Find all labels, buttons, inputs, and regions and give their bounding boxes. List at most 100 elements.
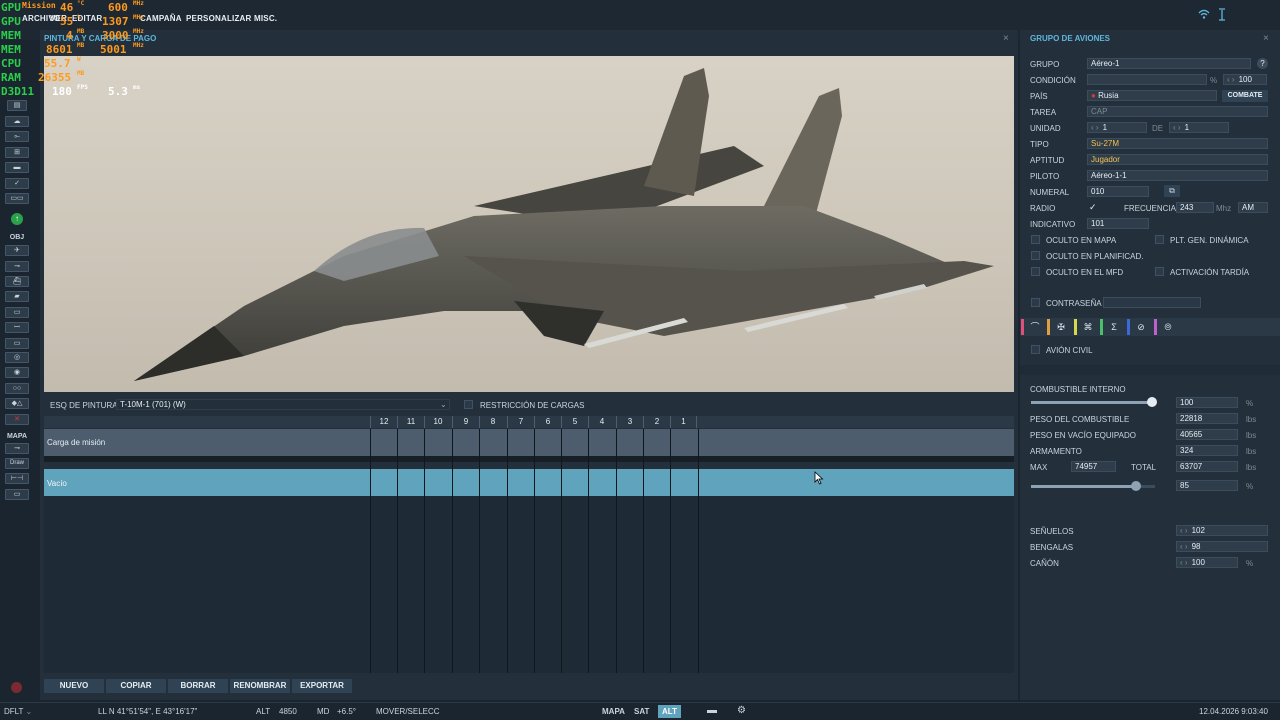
piloto-input[interactable]: Aéreo-1-1 — [1087, 170, 1268, 181]
combustible-input[interactable]: 100 — [1176, 397, 1238, 408]
toolbar-check-icon[interactable]: ✓ — [5, 178, 29, 189]
tarea-select[interactable]: CAP — [1087, 106, 1268, 117]
filter-icon[interactable]: ▬ — [707, 705, 717, 716]
obj-aircraft-icon[interactable]: ✈ — [5, 245, 29, 256]
settings-icon[interactable]: ⚙ — [737, 705, 746, 716]
pais-select[interactable]: ● Rusia — [1087, 90, 1217, 101]
modulation-select[interactable]: AM — [1238, 202, 1268, 213]
obj-shapes-icon[interactable]: ◆△ — [5, 398, 29, 409]
osd-cpu-label: CPU — [1, 57, 21, 70]
menu-campana[interactable]: CAMPAÑA — [140, 14, 182, 23]
toolbar-bar-icon[interactable]: ▬ — [5, 162, 29, 173]
tab-failures-icon[interactable]: ⊘ — [1132, 320, 1150, 334]
obj-train-icon[interactable]: ꟷ — [5, 322, 29, 333]
frecuencia-input[interactable]: 243 — [1176, 202, 1214, 213]
toolbar-plane-icon[interactable]: ⟜ — [5, 131, 29, 142]
mouse-cursor-icon — [814, 471, 824, 487]
profile-value: DFLT — [4, 707, 24, 716]
new-button[interactable]: NUEVO — [44, 679, 104, 693]
station-header-10: 10 — [424, 416, 451, 428]
activacion-checkbox[interactable] — [1155, 267, 1164, 276]
obj-target-icon[interactable]: ◎ — [5, 352, 29, 363]
obj-zone-icon[interactable]: ▭ — [5, 338, 29, 349]
osd-mem2-freq-unit: MHz — [133, 42, 144, 49]
unidad-stepper[interactable]: ‹ › 1 — [1087, 122, 1147, 133]
peso-comb-value[interactable]: 22818 — [1176, 413, 1238, 424]
tab-summary-icon[interactable]: Σ — [1105, 320, 1123, 334]
copy-icon[interactable]: ⧉ — [1164, 185, 1180, 197]
contrasena-input[interactable] — [1103, 297, 1201, 308]
delete-x-icon[interactable]: ✕ — [5, 414, 29, 425]
close-icon[interactable]: × — [1003, 33, 1009, 44]
osd-gpu-label: GPU — [1, 1, 21, 14]
toolbar-grid-icon[interactable]: ⊞ — [5, 147, 29, 158]
copy-button[interactable]: COPIAR — [106, 679, 166, 693]
obj-point-icon[interactable]: ◉ — [5, 367, 29, 378]
aircraft-preview[interactable] — [44, 56, 1014, 392]
osd-gpu-load: 55 — [60, 15, 74, 28]
contrasena-checkbox[interactable] — [1031, 298, 1040, 307]
sat-mode-button[interactable]: SAT — [634, 707, 649, 716]
total-slider-knob[interactable] — [1131, 481, 1141, 491]
grupo-input[interactable]: Aéreo-1 — [1087, 58, 1251, 69]
group-close-icon[interactable]: × — [1263, 33, 1269, 44]
help-icon[interactable]: ? — [1257, 58, 1268, 69]
total-pct-input[interactable]: 85 — [1176, 480, 1238, 491]
de-stepper[interactable]: ‹ › 1 — [1169, 122, 1229, 133]
toolbar-cloud-icon[interactable]: ☁ — [5, 116, 29, 127]
avion-civil-checkbox[interactable] — [1031, 345, 1040, 354]
rename-button[interactable]: RENOMBRAR — [230, 679, 290, 693]
indicativo-input[interactable]: 101 — [1087, 218, 1149, 229]
tab-radio-icon[interactable]: ⦾ — [1159, 320, 1177, 334]
record-icon[interactable] — [11, 682, 22, 693]
senuelos-stepper[interactable]: ‹ › 102 — [1176, 525, 1268, 536]
condicion-input[interactable] — [1087, 74, 1207, 85]
coordinates-readout: LL N 41°51'54", E 43°16'17" — [98, 707, 198, 716]
obj-ship-icon[interactable]: ⛴ — [5, 276, 29, 287]
radio-checkbox[interactable]: ✓ — [1089, 202, 1097, 213]
alt-value: 4850 — [279, 707, 297, 716]
numeral-input[interactable]: 010 — [1087, 186, 1149, 197]
obj-vehicle-icon[interactable]: ▰ — [5, 291, 29, 302]
map-ruler-icon[interactable]: ⊢⊣ — [5, 473, 29, 484]
menu-misc[interactable]: MISC. — [254, 14, 277, 23]
toolbar-group-icon[interactable]: ▭▭ — [5, 193, 29, 204]
restriction-checkbox[interactable] — [464, 400, 473, 409]
oculto-mfd-checkbox[interactable] — [1031, 267, 1040, 276]
profile-select[interactable]: DFLT ⌄ — [4, 707, 32, 716]
export-button[interactable]: EXPORTAR — [292, 679, 352, 693]
toolbar-doc-icon[interactable]: ▤ — [7, 100, 27, 111]
obj-label: OBJ — [9, 234, 25, 241]
canon-stepper[interactable]: ‹ › 100 — [1176, 557, 1238, 568]
aptitud-select[interactable]: Jugador — [1087, 154, 1268, 165]
tipo-select[interactable]: Su-27M — [1087, 138, 1268, 149]
de-label: DE — [1152, 124, 1164, 133]
osd-mem-clock-unit: MHz — [133, 14, 144, 21]
md-value: +6.5° — [337, 707, 356, 716]
obj-helicopter-icon[interactable]: ⊸ — [5, 261, 29, 272]
paint-scheme-select[interactable]: T-10M-1 (701) (W) — [116, 399, 450, 410]
combate-button[interactable]: COMBATE — [1222, 90, 1268, 102]
condicion-stepper[interactable]: ‹ › 100 — [1223, 74, 1267, 85]
alt-mode-button[interactable]: ALT — [658, 705, 681, 718]
obj-static-icon[interactable]: ▭ — [5, 307, 29, 318]
map-key-icon[interactable]: ⊸ — [5, 443, 29, 454]
tab-waypoint-icon[interactable]: ⌘ — [1079, 320, 1097, 334]
mission-load-row[interactable] — [44, 429, 1014, 456]
oculto-mapa-checkbox[interactable] — [1031, 235, 1040, 244]
tab-route-icon[interactable]: ⌒ — [1026, 320, 1044, 334]
plt-gen-checkbox[interactable] — [1155, 235, 1164, 244]
frecuencia-unit: Mhz — [1216, 204, 1232, 213]
oculto-plan-checkbox[interactable] — [1031, 251, 1040, 260]
menu-personalizar[interactable]: PERSONALIZAR — [186, 14, 252, 23]
obj-link-icon[interactable]: ○○ — [5, 383, 29, 394]
map-mode-button[interactable]: MAPA — [602, 707, 625, 716]
draw-button[interactable]: Draw — [5, 458, 29, 469]
fuel-slider-knob[interactable] — [1147, 397, 1157, 407]
map-frame-icon[interactable]: ▭ — [5, 489, 29, 500]
bengalas-stepper[interactable]: ‹ › 98 — [1176, 541, 1268, 552]
selected-loadout-row[interactable] — [44, 469, 1014, 496]
up-arrow-icon[interactable]: ↑ — [11, 213, 23, 225]
delete-button[interactable]: BORRAR — [168, 679, 228, 693]
tab-payload-icon[interactable]: ✠ — [1052, 320, 1070, 334]
